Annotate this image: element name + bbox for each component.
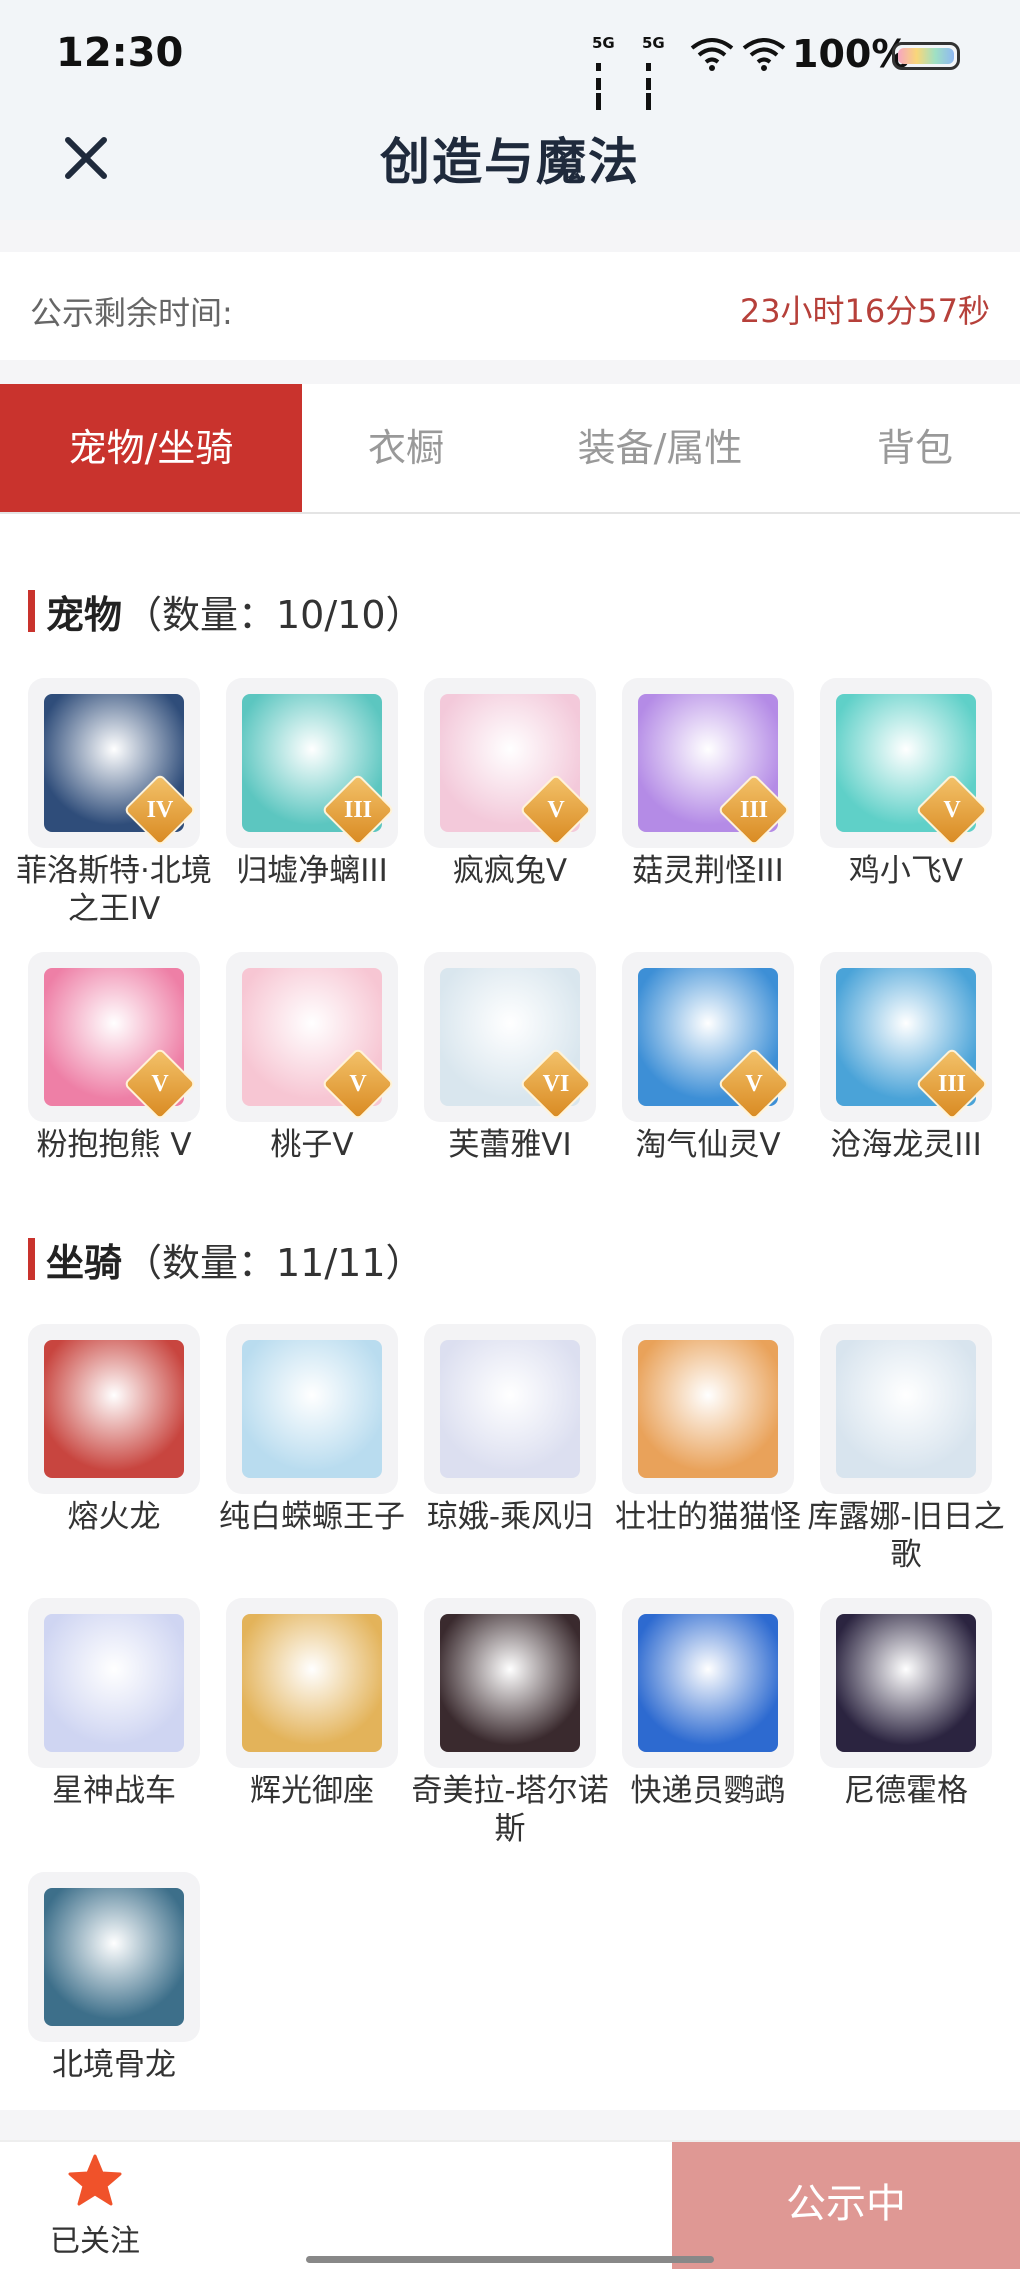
item-name: 快递员鹦鹉 (630, 1773, 786, 1809)
page-title: 创造与魔法 (380, 133, 640, 191)
item-name: 尼德霍格 (844, 1773, 968, 1809)
item-name: 鸡小飞V (848, 853, 964, 889)
golden-throne-portrait (242, 1614, 382, 1752)
tab-pets-mounts[interactable]: 宠物/坐骑 (0, 384, 302, 512)
bottom-action-bar: 已关注 公示中 (0, 2140, 1020, 2269)
item-thumbnail: III (226, 678, 398, 848)
section-accent (28, 590, 35, 632)
item-name: 菇灵荆怪III (632, 853, 784, 889)
item-name: 辉光御座 (250, 1773, 374, 1809)
item-thumbnail: V (820, 678, 992, 848)
item-name: 淘气仙灵V (635, 1127, 781, 1163)
dark-dragon-portrait (836, 1614, 976, 1752)
divider (0, 360, 1020, 384)
item-name: 奇美拉-塔尔诺斯 (411, 1773, 609, 1847)
cloud-girl-portrait (836, 1340, 976, 1478)
item-thumbnail (622, 1324, 794, 1494)
tab-wardrobe[interactable]: 衣橱 (302, 384, 510, 512)
section-accent (28, 1238, 35, 1280)
publicity-timer-row: 公示剩余时间: 23小时16分57秒 (0, 252, 1020, 360)
home-indicator (306, 2256, 714, 2263)
chimera-portrait (440, 1614, 580, 1752)
item-thumbnail: V (226, 952, 398, 1122)
mounts-section-count: （数量：11/11） (124, 1241, 424, 1285)
bone-dragon-portrait (44, 1888, 184, 2026)
chubby-cat-portrait (638, 1340, 778, 1478)
follow-label: 已关注 (50, 2224, 140, 2259)
tab-backpack[interactable]: 背包 (810, 384, 1020, 512)
item-name: 疯疯兔V (452, 853, 568, 889)
status-time: 12:30 (56, 30, 184, 76)
wifi-icon (690, 38, 734, 71)
item-name: 归墟净螭III (236, 853, 388, 889)
item-thumbnail (226, 1598, 398, 1768)
battery-icon (892, 42, 960, 70)
salamander-prince-portrait (242, 1340, 382, 1478)
item-thumbnail: III (820, 952, 992, 1122)
timer-label: 公示剩余时间: (30, 294, 233, 332)
divider (0, 220, 1020, 252)
item-name: 芙蕾雅VI (448, 1127, 572, 1163)
item-name: 壮壮的猫猫怪 (615, 1499, 801, 1535)
item-name: 粉抱抱熊 V (36, 1127, 192, 1163)
item-thumbnail: VI (424, 952, 596, 1122)
item-name: 熔火龙 (67, 1499, 161, 1535)
item-thumbnail: V (424, 678, 596, 848)
network-type-label-2: 5G (642, 34, 665, 52)
star-icon (68, 2154, 122, 2206)
item-thumbnail (28, 1598, 200, 1768)
item-name: 库露娜-旧日之歌 (807, 1499, 1005, 1573)
item-name: 琼娥-乘风归 (426, 1499, 594, 1535)
wifi-icon-2 (742, 38, 786, 71)
timer-value: 23小时16分57秒 (739, 292, 990, 330)
item-thumbnail: V (622, 952, 794, 1122)
pets-section-title: 宠物 (46, 593, 123, 637)
item-thumbnail (28, 1324, 200, 1494)
network-type-label: 5G (592, 34, 615, 52)
status-bar: 12:30 5G 5G 100% (0, 0, 1020, 129)
moon-lady-portrait (440, 1340, 580, 1478)
item-name: 北境骨龙 (52, 2047, 176, 2083)
item-thumbnail: IV (28, 678, 200, 848)
tab-equipment[interactable]: 装备/属性 (510, 384, 810, 512)
publicity-status-button: 公示中 (672, 2142, 1020, 2269)
item-name: 桃子V (270, 1127, 354, 1163)
item-name: 纯白蝾螈王子 (219, 1499, 405, 1535)
item-thumbnail (424, 1598, 596, 1768)
mounts-section-title: 坐骑 (46, 1241, 123, 1285)
item-thumbnail: V (28, 952, 200, 1122)
item-name: 星神战车 (52, 1773, 176, 1809)
divider (0, 2110, 1020, 2140)
item-name: 沧海龙灵III (830, 1127, 982, 1163)
item-thumbnail (820, 1598, 992, 1768)
item-name: 菲洛斯特·北境之王IV (16, 853, 212, 927)
nav-bar: 创造与魔法 (0, 110, 1020, 220)
item-thumbnail (226, 1324, 398, 1494)
category-tabs: 宠物/坐骑 衣橱 装备/属性 背包 (0, 384, 1020, 514)
courier-parrot-portrait (638, 1614, 778, 1752)
item-thumbnail (820, 1324, 992, 1494)
star-chariot-portrait (44, 1614, 184, 1752)
item-thumbnail (424, 1324, 596, 1494)
follow-button[interactable]: 已关注 (30, 2154, 160, 2264)
pets-section-count: （数量：10/10） (124, 593, 424, 637)
item-thumbnail (28, 1872, 200, 2042)
item-thumbnail: III (622, 678, 794, 848)
fire-dragon-portrait (44, 1340, 184, 1478)
item-thumbnail (622, 1598, 794, 1768)
